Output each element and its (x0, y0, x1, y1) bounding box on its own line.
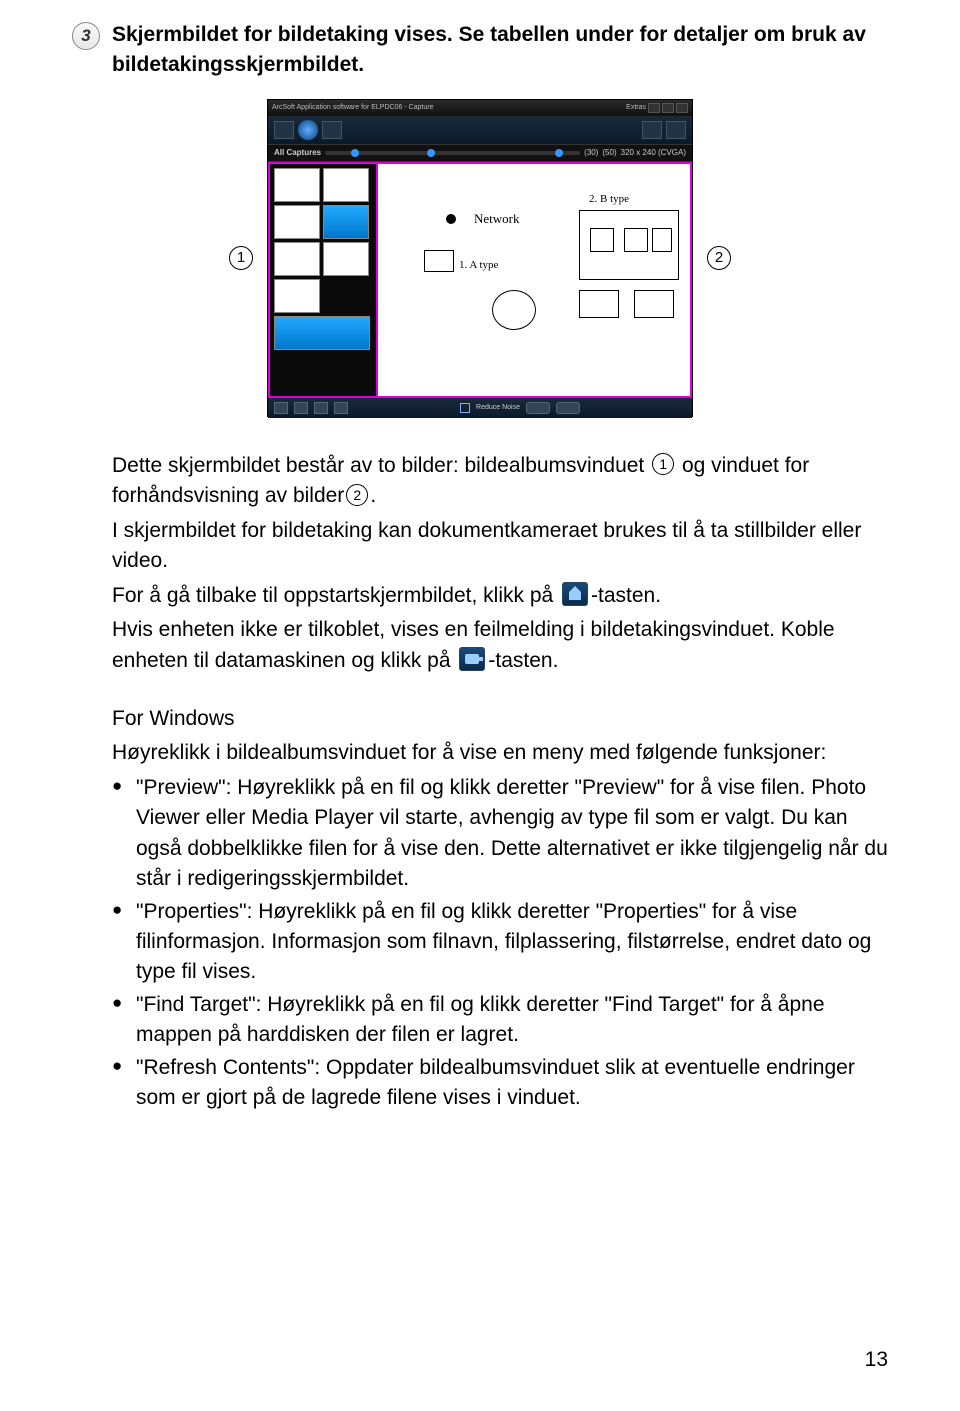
album-panel[interactable] (268, 162, 376, 398)
value-50: (50) (602, 147, 616, 159)
play-icon[interactable] (274, 402, 288, 414)
thumbnail[interactable] (274, 316, 370, 350)
close-icon[interactable] (676, 103, 688, 113)
network-label: Network (474, 210, 520, 229)
slider-track[interactable] (325, 151, 580, 155)
camera-button-icon (459, 647, 485, 671)
text: Dette skjermbildet består av to bilder: … (112, 454, 650, 477)
resolution-label[interactable]: 320 x 240 (CVGA) (621, 147, 686, 159)
thumbnail[interactable] (274, 205, 320, 239)
thumbnail[interactable] (323, 168, 369, 202)
a-type-label: 1. A type (459, 258, 498, 274)
minimize-icon[interactable] (648, 103, 660, 113)
home-icon[interactable] (274, 121, 294, 139)
for-windows-intro: Høyreklikk i bildealbumsvinduet for å vi… (112, 738, 888, 768)
toolbar (268, 116, 692, 144)
circled-1-icon: 1 (652, 453, 674, 475)
diagram-oval (492, 290, 536, 330)
b-type-label: 2. B type (589, 192, 629, 208)
value-30: (30) (584, 147, 598, 159)
paragraph: Hvis enheten ikke er tilkoblet, vises en… (112, 615, 888, 676)
edit-icon[interactable] (294, 402, 308, 414)
list-item: "Find Target": Høyreklikk på en fil og k… (112, 990, 888, 1051)
page-number: 13 (865, 1345, 888, 1375)
app-titlebar: ArcSoft Application software for ELPDC06… (268, 100, 692, 116)
text: -tasten. (591, 584, 661, 607)
diagram-box (634, 290, 674, 318)
step-number-badge: 3 (72, 22, 100, 50)
text: . (370, 484, 376, 507)
thumbnail[interactable] (274, 242, 320, 276)
list-item: "Properties": Høyreklikk på en fil og kl… (112, 897, 888, 988)
callout-1: 1 (229, 246, 253, 270)
record-icon[interactable] (556, 402, 580, 414)
checkbox-icon[interactable] (460, 403, 470, 413)
callout-2: 2 (707, 246, 731, 270)
diagram-box (624, 228, 648, 252)
preview-panel[interactable]: Network 1. A type 2. B type (376, 162, 692, 398)
list-item: "Refresh Contents": Oppdater bildealbums… (112, 1053, 888, 1114)
text: For å gå tilbake til oppstartskjermbilde… (112, 584, 559, 607)
list-item: "Preview": Høyreklikk på en fil og klikk… (112, 773, 888, 895)
step-heading: Skjermbildet for bildetaking vises. Se t… (112, 20, 888, 81)
home-button-icon (562, 582, 588, 606)
filter-bar: All Captures (30) (50) 320 x 240 (CVGA) (268, 144, 692, 162)
capture-icon[interactable] (526, 402, 550, 414)
circled-2-icon: 2 (346, 484, 368, 506)
reduce-noise-label[interactable]: Reduce Noise (476, 404, 520, 411)
mail-icon[interactable] (314, 402, 328, 414)
diagram-box (579, 290, 619, 318)
thumbnail[interactable] (274, 279, 320, 313)
app-window: ArcSoft Application software for ELPDC06… (267, 99, 693, 417)
options-icon[interactable] (666, 121, 686, 139)
settings-icon[interactable] (642, 121, 662, 139)
diagram-box (652, 228, 672, 252)
diagram-box (424, 250, 454, 272)
thumbnail[interactable] (323, 242, 369, 276)
diagram: Network 1. A type 2. B type (384, 170, 684, 390)
screenshot-figure: 1 ArcSoft Application software for ELPDC… (72, 99, 888, 417)
diagram-box (590, 228, 614, 252)
print-icon[interactable] (334, 402, 348, 414)
all-captures-label[interactable]: All Captures (274, 147, 321, 159)
dot-icon (446, 214, 456, 224)
bullet-list: "Preview": Høyreklikk på en fil og klikk… (112, 773, 888, 1114)
text: -tasten. (488, 649, 558, 672)
for-windows-heading: For Windows (112, 704, 888, 734)
bottom-bar: Reduce Noise (268, 398, 692, 418)
slider-handle-icon[interactable] (351, 149, 359, 157)
camera-icon[interactable] (298, 120, 318, 140)
paragraph: For å gå tilbake til oppstartskjermbilde… (112, 581, 888, 611)
app-title: ArcSoft Application software for ELPDC06… (272, 103, 433, 113)
slider-handle-icon[interactable] (427, 149, 435, 157)
extras-label: Extras (626, 103, 646, 113)
thumbnail[interactable] (323, 205, 369, 239)
paragraph: Dette skjermbildet består av to bilder: … (112, 451, 888, 512)
tool-icon[interactable] (322, 121, 342, 139)
paragraph: I skjermbildet for bildetaking kan dokum… (112, 516, 888, 577)
slider-handle-icon[interactable] (555, 149, 563, 157)
maximize-icon[interactable] (662, 103, 674, 113)
thumbnail[interactable] (274, 168, 320, 202)
